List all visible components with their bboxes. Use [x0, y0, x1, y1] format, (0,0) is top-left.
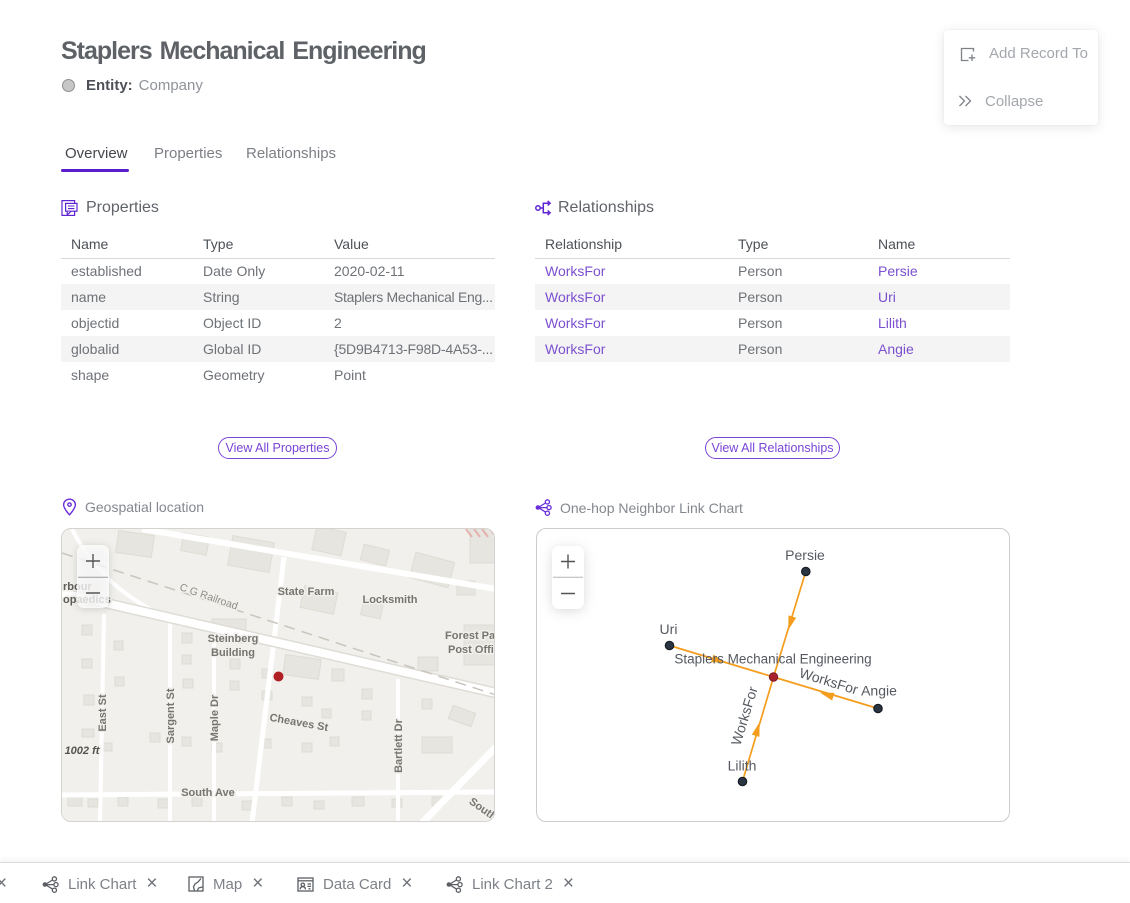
- svg-text:Locksmith: Locksmith: [362, 594, 417, 606]
- svg-text:Persie: Persie: [785, 547, 825, 563]
- svg-text:Post Offic: Post Offic: [448, 644, 495, 656]
- svg-text:Uri: Uri: [660, 621, 678, 637]
- svg-text:Steinberg: Steinberg: [208, 633, 259, 645]
- svg-text:Sargent St: Sargent St: [165, 688, 177, 743]
- svg-text:Lilith: Lilith: [728, 758, 757, 774]
- svg-text:South Ave: South Ave: [181, 787, 235, 799]
- svg-text:1002 ft: 1002 ft: [65, 745, 101, 757]
- svg-text:Forest Par: Forest Par: [445, 630, 495, 642]
- svg-text:Bartlett Dr: Bartlett Dr: [393, 718, 405, 773]
- svg-text:East St: East St: [97, 694, 109, 732]
- svg-text:Angie: Angie: [861, 683, 897, 699]
- svg-text:Maple Dr: Maple Dr: [209, 694, 221, 741]
- svg-text:State Farm: State Farm: [278, 586, 335, 598]
- svg-text:Building: Building: [211, 647, 255, 659]
- svg-text:WorksFor: WorksFor: [798, 665, 861, 698]
- svg-text:Staplers Mechanical Engineerin: Staplers Mechanical Engineering: [674, 652, 871, 667]
